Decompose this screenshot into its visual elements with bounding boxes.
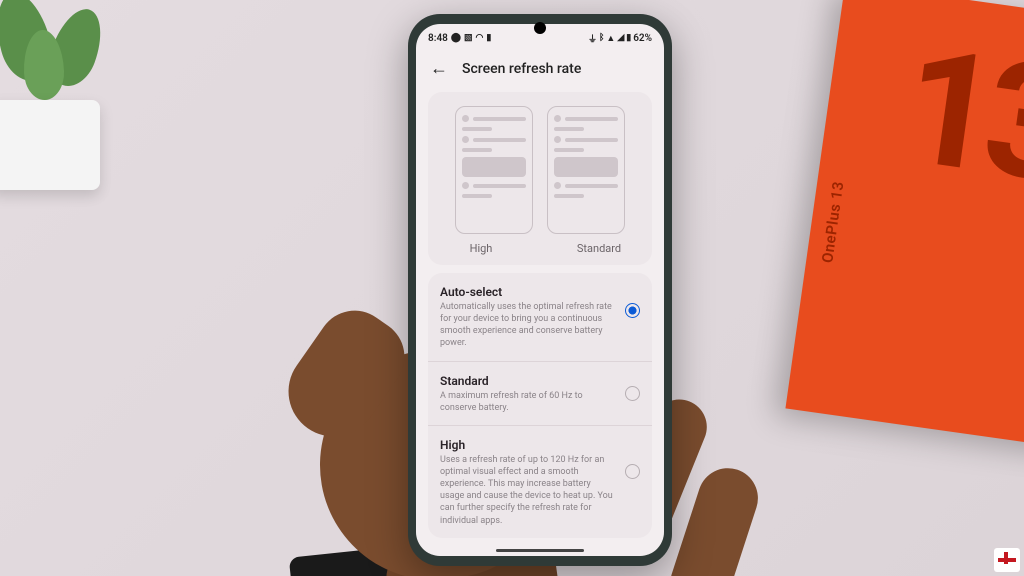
option-title: High	[440, 438, 617, 452]
front-camera	[534, 22, 546, 34]
option-desc: Uses a refresh rate of up to 120 Hz for …	[440, 454, 617, 527]
box-front-label: 13	[892, 13, 1024, 221]
battery-icon: ▮	[626, 33, 631, 43]
option-desc: Automatically uses the optimal refresh r…	[440, 301, 617, 350]
cloud-icon: ◠	[475, 33, 483, 43]
radio-checked-icon[interactable]	[625, 303, 640, 318]
wrist-watch	[289, 546, 402, 576]
page-title: Screen refresh rate	[462, 61, 581, 77]
signal-lte-icon: ▮	[486, 33, 491, 43]
vibrate-icon: ⏚	[588, 32, 597, 45]
preview-label-standard: Standard	[560, 242, 638, 255]
page-header: ← Screen refresh rate	[416, 50, 664, 86]
phone-screen: 8:48 ⬤ ▧ ◠ ▮ ⏚ ᛒ ▲ ◢ ▮ 62% ← Screen refr…	[416, 24, 664, 556]
box-side-label: OnePlus 13	[818, 180, 847, 264]
product-box: OnePlus 13 13	[785, 0, 1024, 447]
option-standard[interactable]: Standard A maximum refresh rate of 60 Hz…	[428, 362, 652, 426]
watermark-logo	[994, 548, 1020, 572]
bluetooth-icon: ᛒ	[599, 33, 604, 43]
option-title: Standard	[440, 374, 617, 388]
recording-icon: ⬤	[451, 33, 461, 43]
radio-unchecked-icon[interactable]	[625, 386, 640, 401]
scene-background: OnePlus 13 13 8:48 ⬤ ▧ ◠ ▮ ⏚ ᛒ ▲	[0, 0, 1024, 576]
network-icon: ▧	[464, 33, 473, 43]
option-high[interactable]: High Uses a refresh rate of up to 120 Hz…	[428, 426, 652, 538]
cellular-icon: ◢	[617, 33, 624, 43]
status-time: 8:48	[428, 33, 448, 44]
preview-mock-standard	[547, 106, 625, 234]
option-auto-select[interactable]: Auto-select Automatically uses the optim…	[428, 273, 652, 362]
battery-percent: 62%	[633, 33, 652, 44]
wifi-icon: ▲	[606, 33, 615, 44]
plant-decor	[0, 0, 130, 200]
nav-indicator[interactable]	[496, 549, 584, 552]
option-title: Auto-select	[440, 285, 617, 299]
preview-mock-high	[455, 106, 533, 234]
options-list: Auto-select Automatically uses the optim…	[428, 273, 652, 538]
radio-unchecked-icon[interactable]	[625, 464, 640, 479]
preview-card: High Standard	[428, 92, 652, 265]
phone-frame: 8:48 ⬤ ▧ ◠ ▮ ⏚ ᛒ ▲ ◢ ▮ 62% ← Screen refr…	[408, 14, 672, 566]
back-button[interactable]: ←	[430, 60, 448, 78]
option-desc: A maximum refresh rate of 60 Hz to conse…	[440, 390, 617, 414]
preview-label-high: High	[442, 242, 520, 255]
